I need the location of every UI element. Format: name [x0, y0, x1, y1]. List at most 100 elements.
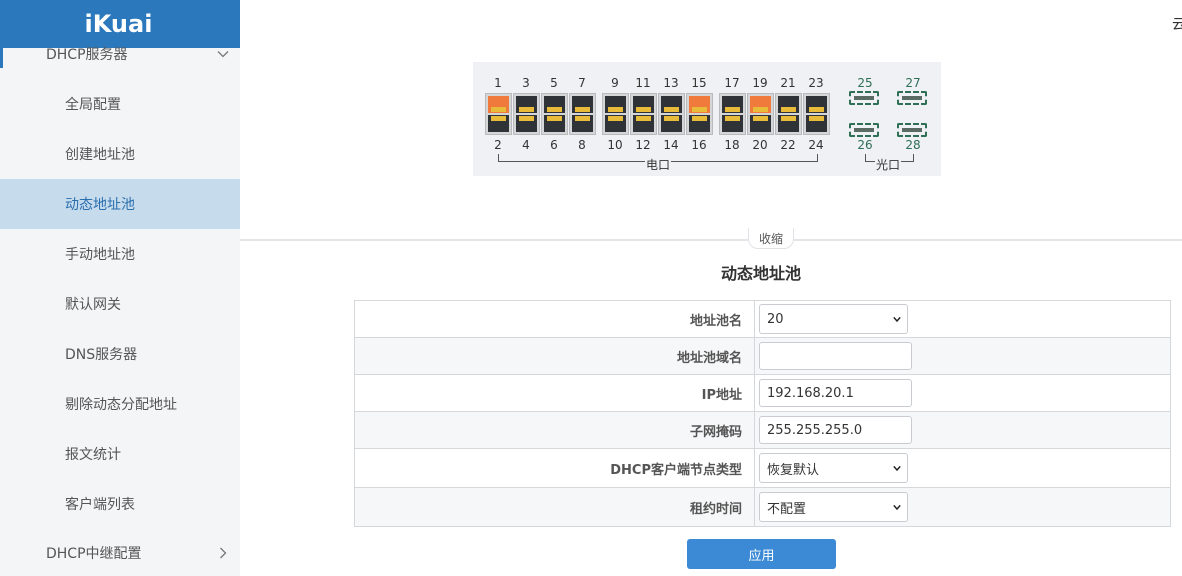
port-pins-icon: [608, 107, 623, 112]
ethernet-port[interactable]: [775, 93, 802, 135]
port-number: 20: [752, 138, 768, 152]
pool-domain-input[interactable]: [759, 342, 912, 370]
port-number: 5: [550, 76, 558, 90]
ethernet-port[interactable]: [569, 93, 596, 135]
port-jack-icon: [516, 115, 537, 132]
form-row-mask: 子网掩码 255.255.255.0: [355, 412, 1171, 449]
sidebar-item-dynamic-pool[interactable]: 动态地址池: [0, 179, 240, 229]
port-jack-icon: [488, 115, 509, 132]
ethernet-port[interactable]: [686, 93, 713, 135]
port-number: 8: [578, 138, 586, 152]
ethernet-port[interactable]: [541, 93, 568, 135]
port-link-up-icon: [689, 96, 710, 113]
sidebar-item-dns-server[interactable]: DNS服务器: [0, 329, 240, 379]
sfp-port-icon[interactable]: [849, 91, 879, 105]
port-number: 2: [494, 138, 502, 152]
form-row-lease: 租约时间 不配置: [355, 488, 1171, 527]
select-value: 不配置: [767, 501, 807, 517]
ethernet-port[interactable]: [658, 93, 685, 135]
port-number: 11: [635, 76, 651, 90]
sidebar-item-client-list[interactable]: 客户端列表: [0, 479, 240, 529]
form-row-pool-name: 地址池名 20: [355, 301, 1171, 338]
port-pins-icon: [809, 116, 824, 121]
port-jack-icon: [633, 115, 654, 132]
port-pins-icon: [519, 116, 534, 121]
port-number: 26: [857, 138, 873, 152]
port-pins-icon: [781, 107, 796, 112]
ethernet-port[interactable]: [803, 93, 830, 135]
menu-group-label: DHCP服务器: [46, 47, 128, 63]
port-jack-icon: [605, 115, 626, 132]
optical-port-label: 光口: [875, 156, 902, 173]
port-jack-icon: [633, 96, 654, 113]
port-jack-icon: [750, 115, 771, 132]
sidebar-item-packet-stats[interactable]: 报文统计: [0, 429, 240, 479]
sidebar-item-label: 默认网关: [65, 297, 121, 313]
chevron-down-icon: [893, 465, 901, 472]
ip-address-input[interactable]: 192.168.20.1: [759, 379, 912, 407]
sfp-port-icon[interactable]: [897, 91, 927, 105]
menu-group-dhcp-server[interactable]: DHCP服务器: [0, 33, 240, 75]
port-pins-icon: [664, 116, 679, 121]
sidebar-item-exclude-addresses[interactable]: 剔除动态分配地址: [0, 379, 240, 429]
port-jack-icon: [544, 96, 565, 113]
port-pins-icon: [692, 107, 707, 112]
ethernet-port[interactable]: [719, 93, 746, 135]
field-label: 地址池名: [355, 301, 755, 337]
port-number: 22: [780, 138, 796, 152]
menu-group-dhcp-relay[interactable]: DHCP中继配置: [0, 532, 240, 574]
collapse-button[interactable]: 收缩: [748, 228, 794, 249]
sfp-port-icon[interactable]: [849, 123, 879, 137]
sidebar-item-label: 动态地址池: [65, 197, 135, 213]
port-number: 19: [752, 76, 768, 90]
port-pins-icon: [809, 107, 824, 112]
sidebar-item-label: 手动地址池: [65, 247, 135, 263]
port-jack-icon: [572, 96, 593, 113]
port-number: 4: [522, 138, 530, 152]
port-pins-icon: [547, 116, 562, 121]
subnet-mask-input[interactable]: 255.255.255.0: [759, 416, 912, 444]
chevron-down-icon: [217, 51, 229, 58]
sidebar-item-global-config[interactable]: 全局配置: [0, 79, 240, 129]
ethernet-port[interactable]: [485, 93, 512, 135]
port-number: 25: [857, 76, 873, 90]
port-pins-icon: [664, 107, 679, 112]
sidebar-item-create-pool[interactable]: 创建地址池: [0, 129, 240, 179]
port-jack-icon: [516, 96, 537, 113]
port-number: 15: [691, 76, 707, 90]
sfp-port-icon[interactable]: [897, 123, 927, 137]
pool-name-select[interactable]: 20: [759, 304, 908, 334]
form-row-pool-domain: 地址池域名: [355, 338, 1171, 375]
port-pins-icon: [491, 107, 506, 112]
port-pins-icon: [636, 116, 651, 121]
field-label: 子网掩码: [355, 412, 755, 448]
ethernet-port[interactable]: [747, 93, 774, 135]
sidebar: iKuai DHCP服务器 全局配置 创建地址池 动态地址池 手动地址池 默认网…: [0, 0, 240, 576]
form-row-node-type: DHCP客户端节点类型 恢复默认: [355, 449, 1171, 488]
dynamic-pool-form: 地址池名 20 地址池域名 IP地址 192.168.20.1 子网掩码 255…: [354, 300, 1171, 527]
port-number: 24: [808, 138, 824, 152]
field-label: IP地址: [355, 375, 755, 411]
port-pins-icon: [725, 116, 740, 121]
apply-button[interactable]: 应用: [687, 539, 836, 569]
field-label: 租约时间: [355, 488, 755, 526]
port-pins-icon: [753, 107, 768, 112]
lease-time-select[interactable]: 不配置: [759, 492, 908, 522]
menu-group-label: DHCP中继配置: [46, 546, 142, 562]
sidebar-item-default-gateway[interactable]: 默认网关: [0, 279, 240, 329]
sidebar-item-label: 报文统计: [65, 447, 121, 463]
ethernet-port[interactable]: [602, 93, 629, 135]
node-type-select[interactable]: 恢复默认: [759, 453, 908, 483]
port-jack-icon: [661, 115, 682, 132]
port-number: 14: [663, 138, 679, 152]
ethernet-port[interactable]: [513, 93, 540, 135]
port-jack-icon: [722, 115, 743, 132]
ethernet-port[interactable]: [630, 93, 657, 135]
sidebar-item-label: 全局配置: [65, 97, 121, 113]
port-pins-icon: [692, 116, 707, 121]
sidebar-item-manual-pool[interactable]: 手动地址池: [0, 229, 240, 279]
port-pins-icon: [725, 107, 740, 112]
port-pins-icon: [575, 116, 590, 121]
sidebar-item-label: 客户端列表: [65, 497, 135, 513]
field-label: DHCP客户端节点类型: [355, 449, 755, 487]
